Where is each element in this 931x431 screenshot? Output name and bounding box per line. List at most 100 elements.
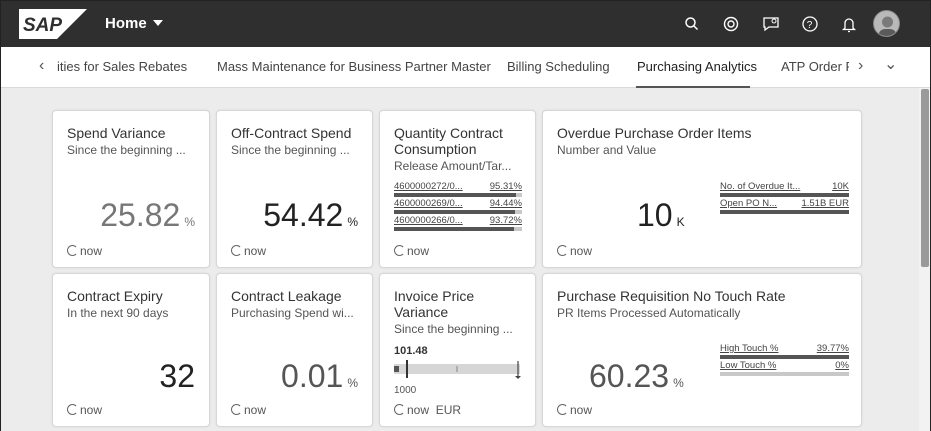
tile-title: Contract Expiry xyxy=(67,288,163,304)
tile-subtitle: Number and Value xyxy=(557,143,657,157)
tile-footer: now xyxy=(67,403,102,417)
refresh-icon xyxy=(67,404,78,415)
tile-footer: now xyxy=(557,244,592,258)
comparison-bar-fill xyxy=(720,210,849,214)
home-menu-button[interactable]: Home xyxy=(105,15,163,32)
comparison-bar-track xyxy=(720,210,849,214)
comparison-row-value: 93.72% xyxy=(489,215,522,226)
tile-footer: now xyxy=(231,244,266,258)
tile-subtitle: Since the beginning ... xyxy=(67,143,186,157)
kpi-value: 60.23% xyxy=(589,358,684,394)
kpi-value: 32 xyxy=(159,358,195,394)
comparison-row: 4600000269/0... 94.44% xyxy=(394,198,522,216)
bullet-top-value: 101.48 xyxy=(394,345,428,357)
tile-title: Spend Variance xyxy=(67,125,166,141)
home-label: Home xyxy=(105,15,147,32)
tile-subtitle: In the next 90 days xyxy=(67,306,169,320)
tile-contract-expiry[interactable]: Contract Expiry In the next 90 days 32 n… xyxy=(52,273,210,427)
tabs-overflow-icon[interactable]: ⌄ xyxy=(884,54,897,74)
shell-bar: SAP Home ? xyxy=(1,1,930,47)
comparison-row-label: 4600000272/0... xyxy=(394,181,463,192)
tabs-scroll-right-icon[interactable]: › xyxy=(858,57,863,75)
search-icon[interactable] xyxy=(682,14,702,34)
sap-logo[interactable]: SAP xyxy=(19,9,87,39)
copilot-icon[interactable] xyxy=(721,14,741,34)
tile-subtitle: Since the beginning ... xyxy=(231,143,350,157)
tab-atp-order[interactable]: ATP Order F xyxy=(781,59,853,74)
refresh-icon xyxy=(231,404,242,415)
comparison-bar-track xyxy=(394,193,522,197)
comparison-row: Open PO N... 1.51B EUR xyxy=(720,198,849,216)
help-icon[interactable]: ? xyxy=(800,14,820,34)
comparison-bar-track xyxy=(394,210,522,214)
comparison-row-label: Low Touch % xyxy=(720,360,777,371)
user-avatar[interactable] xyxy=(873,10,900,37)
comparison-row-value: 0% xyxy=(835,360,849,371)
comparison-row: No. of Overdue It... 10K xyxy=(720,181,849,199)
scrollbar-thumb[interactable] xyxy=(921,89,929,267)
tabs-scroll-left-icon[interactable]: ‹ xyxy=(39,57,44,75)
comparison-row-label: Open PO N... xyxy=(720,198,778,209)
tile-title: Purchase Requisition No Touch Rate xyxy=(557,288,786,304)
tile-spend-variance[interactable]: Spend Variance Since the beginning ... 2… xyxy=(52,110,210,268)
refresh-icon xyxy=(394,245,405,256)
tile-footer: now xyxy=(394,244,429,258)
user-photo-icon xyxy=(879,16,896,36)
comparison-row: 4600000266/0... 93.72% xyxy=(394,215,522,233)
comparison-row-label: No. of Overdue It... xyxy=(720,181,801,192)
tab-purchasing-analytics[interactable]: Purchasing Analytics xyxy=(637,59,757,74)
bullet-chart xyxy=(394,360,521,379)
tile-subtitle: Since the beginning ... xyxy=(394,322,513,336)
refresh-icon xyxy=(557,245,568,256)
kpi-value: 10 K xyxy=(637,197,685,233)
comparison-row-label: 4600000266/0... xyxy=(394,215,463,226)
tab-business-partner[interactable]: Mass Maintenance for Business Partner Ma… xyxy=(217,59,491,74)
tile-invoice-price-variance[interactable]: Invoice Price Variance Since the beginnin… xyxy=(379,273,536,427)
comparison-bar-fill xyxy=(394,210,515,214)
tab-sales-rebates[interactable]: ities for Sales Rebates xyxy=(57,59,187,74)
tile-overdue-po-items[interactable]: Overdue Purchase Order Items Number and … xyxy=(542,110,862,268)
comparison-bar-track xyxy=(720,193,849,197)
tile-quantity-contract-consumption[interactable]: Quantity Contract Consumption Release Amo… xyxy=(379,110,536,268)
tile-pr-no-touch-rate[interactable]: Purchase Requisition No Touch Rate PR It… xyxy=(542,273,862,427)
bell-icon[interactable] xyxy=(839,14,859,34)
kpi-value: 25.82% xyxy=(100,197,195,233)
caret-down-icon xyxy=(152,20,163,26)
tile-title: Overdue Purchase Order Items xyxy=(557,125,752,141)
comparison-bar-track xyxy=(720,372,849,376)
comparison-bar-fill xyxy=(720,193,849,197)
tile-subtitle: PR Items Processed Automatically xyxy=(557,306,741,320)
comparison-bar-fill xyxy=(394,193,516,197)
tile-footer: now xyxy=(67,244,102,258)
tile-title: Off-Contract Spend xyxy=(231,125,352,141)
kpi-value: 0.01% xyxy=(281,358,358,394)
comparison-row-value: 10K xyxy=(832,181,849,192)
comparison-bar-track xyxy=(394,227,522,231)
tile-footer: now xyxy=(231,403,266,417)
page-tab-bar: ‹ ities for Sales Rebates Mass Maintenan… xyxy=(1,47,930,88)
tile-subtitle: Purchasing Spend wi... xyxy=(231,306,354,320)
comparison-row-value: 95.31% xyxy=(489,181,522,192)
tile-footer: now xyxy=(557,403,592,417)
tab-billing-scheduling[interactable]: Billing Scheduling xyxy=(507,59,610,74)
tile-subtitle: Release Amount/Tar... xyxy=(394,159,512,173)
comparison-bar-track xyxy=(720,355,849,359)
refresh-icon xyxy=(231,245,242,256)
refresh-icon xyxy=(557,404,568,415)
kpi-value: 54.42% xyxy=(263,197,358,233)
tile-title: Quantity Contract Consumption xyxy=(394,125,503,157)
comparison-row-value: 1.51B EUR xyxy=(801,198,849,209)
comparison-row: 4600000272/0... 95.31% xyxy=(394,181,522,199)
comparison-row-label: High Touch % xyxy=(720,343,779,354)
comparison-row-value: 94.44% xyxy=(489,198,522,209)
notification-bubble-icon[interactable] xyxy=(761,14,781,34)
tile-contract-leakage[interactable]: Contract Leakage Purchasing Spend wi... … xyxy=(216,273,373,427)
svg-text:?: ? xyxy=(807,20,813,31)
tile-title: Contract Leakage xyxy=(231,288,342,304)
tile-off-contract-spend[interactable]: Off-Contract Spend Since the beginning .… xyxy=(216,110,373,268)
tile-footer: now EUR xyxy=(394,403,461,417)
comparison-row-value: 39.77% xyxy=(816,343,849,354)
refresh-icon xyxy=(67,245,78,256)
refresh-icon xyxy=(394,404,405,415)
logo-text: SAP xyxy=(23,15,62,36)
